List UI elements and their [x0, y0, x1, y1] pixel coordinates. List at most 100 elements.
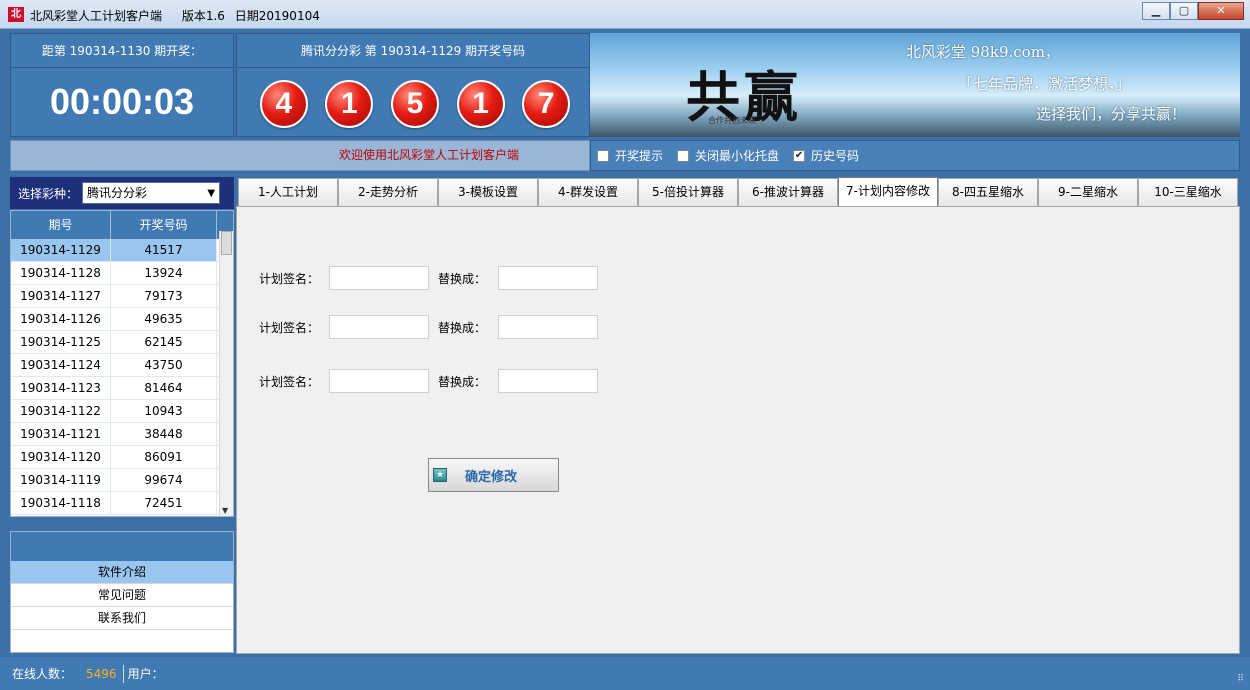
tab-bar: 1-人工计划 2-走势分析 3-模板设置 4-群发设置 5-倍投计算器 6-推波… — [238, 177, 1240, 207]
promo-banner: 共赢 合作共创未来 北风彩堂 98k9.com， 「七年品牌，激活梦想，」 选择… — [590, 33, 1240, 137]
tab-wave-calculator[interactable]: 6-推波计算器 — [738, 178, 838, 207]
lottery-select-label: 选择彩种： — [18, 186, 79, 201]
period-cell: 190314-1120 — [11, 446, 111, 468]
countdown-timer: 00:00:03 — [49, 81, 195, 122]
table-row[interactable]: 190314-1119 99674 — [11, 469, 233, 492]
draw-balls: 4 1 5 1 7 — [237, 68, 589, 128]
lottery-select[interactable]: 腾讯分分彩 ▼ — [82, 182, 221, 204]
title-bar: 北 北风彩堂人工计划客户端 版本1.6 日期20190104 ▁ ▢ ✕ — [0, 0, 1250, 29]
checkbox-history[interactable]: ✔ — [793, 149, 806, 162]
banner-subtitle: 合作共创未来 — [708, 116, 756, 125]
tab-two-star[interactable]: 9-二星缩水 — [1038, 178, 1138, 207]
table-row[interactable]: 190314-1126 49635 — [11, 308, 233, 331]
star-icon: ★ — [433, 468, 447, 482]
form-row: 计划签名： 替换成： — [259, 315, 598, 339]
confirm-edit-button[interactable]: ★ 确定修改 — [428, 458, 559, 492]
close-button[interactable]: ✕ — [1198, 2, 1244, 20]
checkbox-draw-alert[interactable] — [597, 149, 609, 162]
maximize-button[interactable]: ▢ — [1170, 2, 1198, 20]
numbers-cell: 38448 — [111, 423, 217, 445]
numbers-cell: 86091 — [111, 446, 217, 468]
period-cell: 190314-1124 — [11, 354, 111, 376]
replace-label: 替换成： — [438, 320, 487, 335]
numbers-cell: 43750 — [111, 354, 217, 376]
numbers-cell: 79173 — [111, 285, 217, 307]
tab-template-settings[interactable]: 3-模板设置 — [438, 178, 538, 207]
side-menu: 软件介绍 常见问题 联系我们 — [10, 531, 234, 653]
draw-result-panel: 腾讯分分彩 第 190314-1129 期开奖号码 4 1 5 1 7 — [236, 33, 590, 137]
numbers-cell: 10943 — [111, 400, 217, 422]
confirm-edit-label: 确定修改 — [465, 469, 518, 485]
window-title: 北风彩堂人工计划客户端 版本1.6 日期20190104 — [30, 7, 320, 24]
replace-label: 替换成： — [438, 374, 487, 389]
period-cell: 190314-1129 — [11, 239, 111, 261]
draw-ball: 7 — [522, 80, 571, 128]
table-row[interactable]: 190314-1120 86091 — [11, 446, 233, 469]
option-history[interactable]: ✔ 历史号码 — [793, 147, 859, 164]
history-table: 期号 开奖号码 190314-1129 41517 190314-1128 13… — [10, 210, 234, 517]
tab-broadcast-settings[interactable]: 4-群发设置 — [538, 178, 638, 207]
scroll-down-arrow-icon[interactable]: ▼ — [222, 506, 228, 515]
numbers-cell: 81464 — [111, 377, 217, 399]
status-divider — [122, 664, 124, 683]
period-cell: 190314-1127 — [11, 285, 111, 307]
checkbox-minimize-tray[interactable] — [677, 149, 690, 162]
period-cell: 190314-1125 — [11, 331, 111, 353]
tab-three-star[interactable]: 10-三星缩水 — [1138, 178, 1238, 207]
option-label: 历史号码 — [811, 149, 860, 163]
tab-trend-analysis[interactable]: 2-走势分析 — [338, 178, 438, 207]
option-label: 开奖提示 — [615, 149, 664, 163]
window-controls: ▁ ▢ ✕ — [1142, 2, 1244, 20]
option-draw-alert[interactable]: 开奖提示 — [597, 147, 663, 164]
table-row[interactable]: 190314-1122 10943 — [11, 400, 233, 423]
window-title-name: 北风彩堂人工计划客户端 — [30, 9, 163, 23]
table-row[interactable]: 190314-1121 38448 — [11, 423, 233, 446]
period-cell: 190314-1128 — [11, 262, 111, 284]
replace-input[interactable] — [498, 266, 598, 290]
numbers-cell: 13924 — [111, 262, 217, 284]
table-row[interactable]: 190314-1124 43750 — [11, 354, 233, 377]
history-scrollbar[interactable]: ▼ — [219, 231, 233, 516]
numbers-cell: 49635 — [111, 308, 217, 330]
column-header-numbers: 开奖号码 — [111, 211, 217, 239]
numbers-cell: 41517 — [111, 239, 217, 261]
table-row[interactable]: 190314-1128 13924 — [11, 262, 233, 285]
history-header: 期号 开奖号码 — [11, 211, 233, 239]
option-label: 关闭最小化托盘 — [695, 149, 780, 163]
chevron-down-icon[interactable]: ▼ — [207, 184, 215, 204]
table-row[interactable]: 190314-1123 81464 — [11, 377, 233, 400]
option-minimize-tray[interactable]: 关闭最小化托盘 — [677, 147, 779, 164]
tab-four-five-star[interactable]: 8-四五星缩水 — [938, 178, 1038, 207]
sign-input[interactable] — [329, 266, 429, 290]
sign-input[interactable] — [329, 315, 429, 339]
table-row[interactable]: 190314-1125 62145 — [11, 331, 233, 354]
table-row[interactable]: 190314-1129 41517 — [11, 239, 233, 262]
table-row[interactable]: 190314-1127 79173 — [11, 285, 233, 308]
tab-manual-plan[interactable]: 1-人工计划 — [238, 178, 338, 207]
menu-item-intro[interactable]: 软件介绍 — [11, 561, 233, 584]
user-label: 用户： — [127, 667, 164, 681]
replace-input[interactable] — [498, 315, 598, 339]
sign-input[interactable] — [329, 369, 429, 393]
tab-plan-content-edit[interactable]: 7-计划内容修改 — [838, 177, 938, 207]
scroll-thumb[interactable] — [221, 231, 232, 255]
status-bar: 在线人数： 5496 用户： ⠿ — [0, 657, 1250, 690]
resize-grip-icon[interactable]: ⠿ — [1237, 674, 1244, 684]
lottery-select-row: 选择彩种： 腾讯分分彩 ▼ — [10, 177, 234, 209]
minimize-button[interactable]: ▁ — [1142, 2, 1170, 20]
menu-item-contact[interactable]: 联系我们 — [11, 607, 233, 630]
sign-label: 计划签名： — [259, 271, 320, 286]
table-row[interactable]: 190314-1118 72451 — [11, 492, 233, 515]
app-logo-icon: 北 — [8, 7, 24, 22]
menu-item-faq[interactable]: 常见问题 — [11, 584, 233, 607]
tab-multiplier-calculator[interactable]: 5-倍投计算器 — [638, 178, 738, 207]
period-cell: 190314-1119 — [11, 469, 111, 491]
numbers-cell: 72451 — [111, 492, 217, 514]
period-cell: 190314-1118 — [11, 492, 111, 514]
period-cell: 190314-1123 — [11, 377, 111, 399]
numbers-cell: 62145 — [111, 331, 217, 353]
replace-input[interactable] — [498, 369, 598, 393]
banner-line-2: 「七年品牌，激活梦想，」 — [958, 75, 1131, 93]
numbers-cell: 99674 — [111, 469, 217, 491]
sign-label: 计划签名： — [259, 320, 320, 335]
